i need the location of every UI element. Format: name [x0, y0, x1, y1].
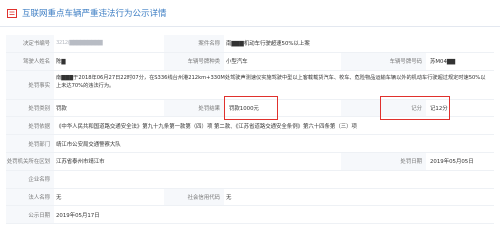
region-label: 处罚机关所在区划 [6, 152, 54, 170]
row-region: 处罚机关所在区划 江苏省泰州市靖江市 处罚日期 2019年05月05日 [6, 152, 494, 171]
decision-no-value: 3212(▇▇▇▇▇▇▇▇▇ [56, 40, 103, 47]
case-name-label: 案件名称 [164, 35, 224, 52]
penalty-type-label: 处罚类别 [6, 99, 54, 117]
case-name-value: 南▇▇▇机动车行驶超速50%以上案 [226, 41, 310, 48]
penalty-type-value: 罚款 [56, 105, 67, 112]
plate-no-value: 苏M04▇▇ [430, 59, 456, 66]
credit-code-label: 社会信用代码 [164, 188, 224, 206]
row-penalty: 处罚类别 罚款 处罚结果 罚款1000元 记分 记12分 [6, 95, 494, 120]
date-value: 2019年05月05日 [430, 159, 474, 166]
company-label: 企业名称 [6, 170, 54, 188]
legal-person-label: 法人名称 [6, 188, 54, 206]
party-name-value: 陈▇ [56, 59, 66, 66]
legal-person-value: 无 [56, 194, 62, 201]
dept-label: 处罚部门 [6, 135, 54, 152]
doc-icon [7, 9, 17, 18]
row-publish: 公示日期 2019年05月17日 [6, 206, 494, 225]
plate-no-label: 车辆号牌号码 [341, 52, 426, 70]
row-dept: 处罚部门 靖江市公安局交通警察大队 [6, 135, 494, 153]
row-legal: 法人名称 无 社会信用代码 无 [6, 188, 494, 207]
publish-date-label: 公示日期 [6, 206, 54, 224]
points-highlight [380, 95, 450, 120]
dept-value: 靖江市公安局交通警察大队 [56, 141, 121, 148]
basis-label: 处罚依据 [6, 117, 54, 135]
row-party: 驾驶人姓名 陈▇ 车辆号牌种类 小型汽车 车辆号牌号码 苏M04▇▇ [6, 52, 494, 71]
page-title: 互联网重点车辆严重违法行为公示详情 [22, 9, 167, 19]
basis-value: 《中华人民共和国道路交通安全法》第九十九条第一款第（四）项 第二款、《江苏省道路… [56, 123, 357, 130]
vehicle-type-label: 车辆号牌种类 [164, 52, 224, 70]
party-name-label: 驾驶人姓名 [6, 52, 54, 70]
row-company: 企业名称 [6, 170, 494, 189]
detail-table: 决定书编号 3212(▇▇▇▇▇▇▇▇▇ 案件名称 南▇▇▇机动车行驶超速50%… [6, 35, 494, 225]
facts-label: 处罚事实 [6, 70, 54, 99]
region-value: 江苏省泰州市靖江市 [56, 159, 105, 166]
credit-code-value: 无 [226, 194, 232, 201]
company-value [56, 171, 176, 188]
publish-date-value: 2019年05月17日 [56, 212, 100, 219]
decision-no-label: 决定书编号 [6, 35, 54, 52]
page-header: 互联网重点车辆严重违法行为公示详情 [0, 0, 500, 27]
row-decision: 决定书编号 3212(▇▇▇▇▇▇▇▇▇ 案件名称 南▇▇▇机动车行驶超速50%… [6, 35, 494, 53]
facts-value: 南▇▇▇于2018年06月27日22时07分，在S336线台州港212km+33… [56, 74, 486, 89]
row-basis: 处罚依据 《中华人民共和国道路交通安全法》第九十九条第一款第（四）项 第二款、《… [6, 117, 494, 136]
penalty-result-label: 处罚结果 [164, 99, 224, 117]
penalty-result-highlight [224, 95, 278, 120]
date-label: 处罚日期 [341, 152, 426, 170]
vehicle-type-value: 小型汽车 [226, 59, 248, 66]
